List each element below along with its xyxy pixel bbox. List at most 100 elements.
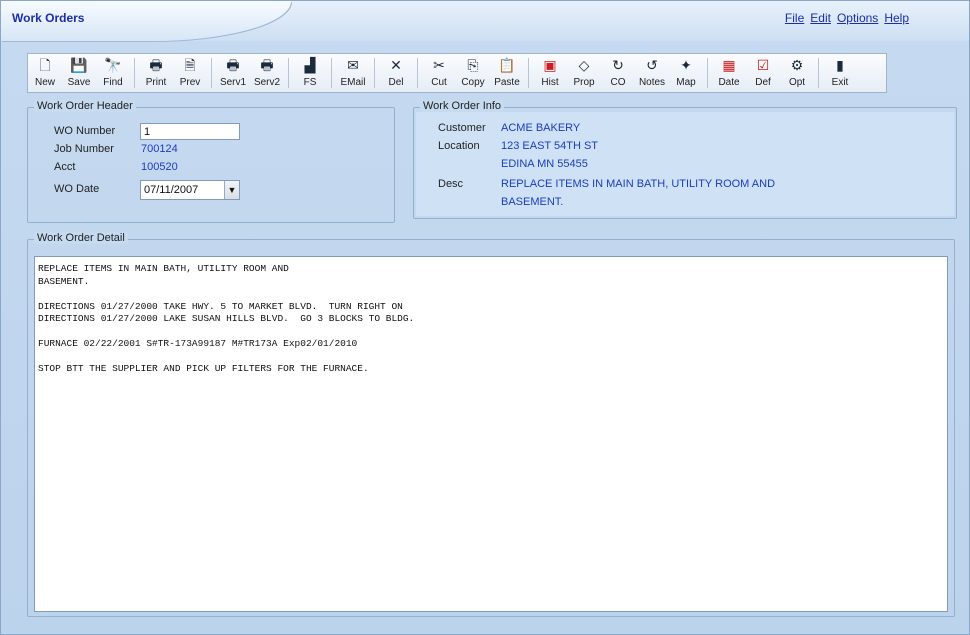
wo-date-label: WO Date	[54, 183, 100, 195]
copy-icon: ⎘	[467, 57, 479, 73]
toolbar-separator	[707, 58, 708, 88]
toolbar-button-new[interactable]: 🗋 New	[28, 54, 62, 92]
serv1-icon: 🖶	[226, 57, 240, 73]
toolbar-button-fs[interactable]: ▟ FS	[293, 54, 327, 92]
work-order-info-group: Work Order Info Customer ACME BAKERY Loc…	[413, 100, 957, 219]
delete-icon: ✕	[390, 57, 402, 73]
menu-help[interactable]: Help	[884, 11, 909, 25]
wo-number-label: WO Number	[54, 125, 116, 137]
customer-value: ACME BAKERY	[501, 122, 581, 134]
toolbar-separator	[331, 58, 332, 88]
toolbar-button-cut[interactable]: ✂ Cut	[422, 54, 456, 92]
new-icon: 🗋	[39, 57, 51, 73]
app-title: Work Orders	[12, 11, 85, 25]
preview-icon: 🗎	[184, 57, 196, 73]
toolbar-label: Def	[755, 77, 771, 88]
toolbar-button-email[interactable]: ✉ EMail	[336, 54, 370, 92]
default-icon: ☑	[756, 57, 770, 73]
print-icon: 🖶	[149, 57, 163, 73]
toolbar-label: Paste	[494, 77, 520, 88]
location-line2: EDINA MN 55455	[501, 158, 588, 170]
toolbar-button-opt[interactable]: ⚙ Opt	[780, 54, 814, 92]
toolbar-button-notes[interactable]: ↺ Notes	[635, 54, 669, 92]
save-icon: 💾	[70, 57, 88, 73]
desc-line1: REPLACE ITEMS IN MAIN BATH, UTILITY ROOM…	[501, 178, 776, 190]
toolbar-label: Date	[718, 77, 740, 88]
toolbar-label: CO	[610, 77, 626, 88]
detail-textarea[interactable]: REPLACE ITEMS IN MAIN BATH, UTILITY ROOM…	[34, 256, 948, 612]
toolbar-button-def[interactable]: ☑ Def	[746, 54, 780, 92]
wo-date-dropdown[interactable]: 07/11/2007 ▼	[140, 180, 240, 200]
desc-label: Desc	[438, 178, 464, 190]
history-icon: ▣	[543, 57, 557, 73]
toolbar-label: Save	[67, 77, 91, 88]
find-icon: 🔭	[104, 57, 122, 73]
toolbar-separator	[417, 58, 418, 88]
toolbar-button-date[interactable]: ▦ Date	[712, 54, 746, 92]
detail-line	[38, 326, 944, 339]
acct-value: 100520	[141, 161, 178, 173]
fs-icon: ▟	[304, 57, 316, 73]
detail-line: FURNACE 02/22/2001 S#TR-173A99187 M#TR17…	[38, 338, 358, 349]
toolbar-button-map[interactable]: ✦ Map	[669, 54, 703, 92]
location-line1: 123 EAST 54TH ST	[501, 140, 599, 152]
detail-line: DIRECTIONS 01/27/2000 LAKE SUSAN HILLS B…	[38, 313, 415, 324]
toolbar-label: Del	[388, 77, 404, 88]
toolbar-separator	[288, 58, 289, 88]
toolbar-button-find[interactable]: 🔭 Find	[96, 54, 130, 92]
toolbar-label: Prop	[573, 77, 595, 88]
detail-line: BASEMENT.	[38, 275, 90, 287]
job-number-value: 700124	[141, 143, 178, 155]
menu-edit[interactable]: Edit	[810, 11, 831, 25]
group-title-detail: Work Order Detail	[34, 232, 128, 244]
toolbar-separator	[818, 58, 819, 88]
toolbar-button-prop[interactable]: ◇ Prop	[567, 54, 601, 92]
toolbar-separator	[134, 58, 135, 88]
toolbar-label: New	[34, 77, 55, 88]
serv2-icon: 🖶	[260, 57, 274, 73]
toolbar-label: Exit	[831, 77, 849, 88]
toolbar-label: Notes	[638, 77, 666, 88]
toolbar-label: Serv2	[253, 77, 281, 88]
wo-number-input[interactable]: 1	[140, 123, 240, 140]
toolbar-label: EMail	[340, 77, 366, 88]
toolbar-label: Find	[103, 77, 123, 88]
menu-options[interactable]: Options	[837, 11, 878, 25]
toolbar-label: Cut	[431, 77, 447, 88]
toolbar-button-hist[interactable]: ▣ Hist	[533, 54, 567, 92]
job-number-label: Job Number	[54, 143, 114, 155]
properties-icon: ◇	[578, 57, 590, 73]
group-title-header: Work Order Header	[34, 100, 136, 112]
toolbar-button-co[interactable]: ↻ CO	[601, 54, 635, 92]
toolbar-label: Opt	[788, 77, 806, 88]
toolbar-button-copy[interactable]: ⎘ Copy	[456, 54, 490, 92]
exit-icon: ▮	[836, 57, 844, 73]
chevron-down-icon[interactable]: ▼	[224, 181, 239, 199]
detail-line	[38, 288, 944, 301]
work-order-detail-group: Work Order Detail REPLACE ITEMS IN MAIN …	[27, 232, 955, 617]
detail-line: DIRECTIONS 01/27/2000 TAKE HWY. 5 TO MAR…	[38, 300, 403, 312]
location-label: Location	[438, 140, 480, 152]
detail-line: REPLACE ITEMS IN MAIN BATH, UTILITY ROOM…	[38, 263, 289, 274]
toolbar-button-paste[interactable]: 📋 Paste	[490, 54, 524, 92]
menu-file[interactable]: File	[785, 11, 804, 25]
toolbar-button-save[interactable]: 💾 Save	[62, 54, 96, 92]
detail-line: STOP BTT THE SUPPLIER AND PICK UP FILTER…	[38, 363, 369, 374]
options-icon: ⚙	[790, 57, 804, 73]
toolbar-separator	[211, 58, 212, 88]
detail-line	[38, 351, 944, 364]
map-icon: ✦	[680, 57, 692, 73]
date-icon: ▦	[722, 57, 736, 73]
toolbar-button-serv2[interactable]: 🖶 Serv2	[250, 54, 284, 92]
toolbar-button-serv1[interactable]: 🖶 Serv1	[216, 54, 250, 92]
toolbar-button-exit[interactable]: ▮ Exit	[823, 54, 857, 92]
acct-label: Acct	[54, 161, 76, 173]
toolbar-button-del[interactable]: ✕ Del	[379, 54, 413, 92]
toolbar-separator	[374, 58, 375, 88]
menu-bar: File Edit Options Help	[785, 11, 909, 25]
toolbar-button-prev[interactable]: 🗎 Prev	[173, 54, 207, 92]
toolbar-label: Prev	[179, 77, 201, 88]
notes-icon: ↺	[646, 57, 658, 73]
toolbar-label: Copy	[461, 77, 485, 88]
toolbar-button-print[interactable]: 🖶 Print	[139, 54, 173, 92]
